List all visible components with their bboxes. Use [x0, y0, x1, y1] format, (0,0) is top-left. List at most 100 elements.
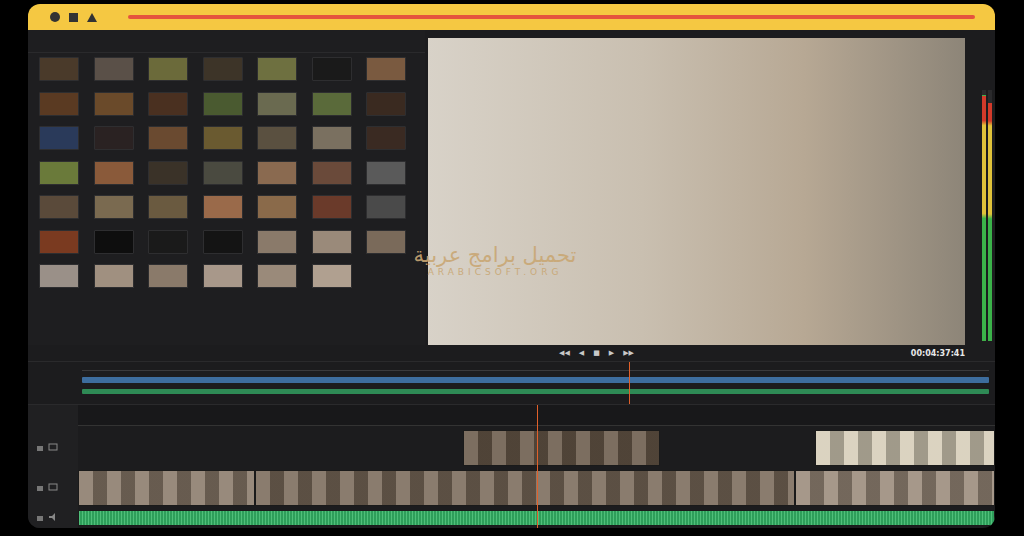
media-thumbnail[interactable]: [257, 57, 297, 81]
watermark: تحميل برامج عربيةARABICSOFT.ORG: [360, 243, 630, 277]
timecode: 00:04:37:41: [911, 349, 965, 358]
media-thumbnail[interactable]: [94, 195, 134, 219]
track-headers: [28, 405, 78, 528]
media-thumbnail[interactable]: [148, 92, 188, 116]
media-thumbnail[interactable]: [148, 57, 188, 81]
media-thumbnail[interactable]: [312, 126, 352, 150]
transport-button[interactable]: ▶: [609, 348, 614, 358]
viewer-frame: [428, 38, 965, 345]
timeline-clip[interactable]: [255, 470, 795, 506]
transport-controls: ◀◀◀■▶▶▶: [559, 348, 634, 358]
meter-channel: [982, 90, 986, 341]
media-thumbnail[interactable]: [257, 264, 297, 288]
track-area: [78, 405, 995, 528]
mini-ruler: [82, 364, 989, 371]
media-thumbnail[interactable]: [39, 230, 79, 254]
eye-icon[interactable]: [48, 483, 58, 491]
track-header[interactable]: [28, 469, 78, 505]
media-thumbnail[interactable]: [312, 264, 352, 288]
speaker-icon[interactable]: [48, 513, 58, 521]
thumbnail-grid: [28, 53, 425, 288]
media-thumbnail[interactable]: [148, 230, 188, 254]
meter-fill: [988, 103, 992, 341]
media-thumbnail[interactable]: [203, 126, 243, 150]
watermark-latin: ARABICSOFT.ORG: [428, 267, 563, 277]
transport-bar: ◀◀◀■▶▶▶00:04:37:41: [28, 345, 995, 361]
timeline-clip[interactable]: [795, 470, 995, 506]
timeline-clip[interactable]: [463, 430, 660, 466]
lock-icon[interactable]: [36, 443, 44, 451]
media-thumbnail[interactable]: [312, 92, 352, 116]
media-thumbnail[interactable]: [94, 230, 134, 254]
media-thumbnail[interactable]: [257, 161, 297, 185]
square-icon[interactable]: [69, 13, 78, 22]
media-thumbnail[interactable]: [203, 195, 243, 219]
media-thumbnail[interactable]: [94, 126, 134, 150]
browser-frame: ◀◀◀■▶▶▶00:04:37:41: [28, 4, 995, 528]
media-thumbnail[interactable]: [257, 195, 297, 219]
track-header[interactable]: [28, 429, 78, 465]
timeline: [28, 404, 995, 528]
lock-icon[interactable]: [36, 513, 44, 521]
media-thumbnail[interactable]: [148, 195, 188, 219]
media-pool: [28, 30, 425, 345]
mini-video-track: [82, 377, 989, 383]
media-thumbnail[interactable]: [148, 161, 188, 185]
mini-track-headers: [28, 362, 80, 404]
timeline-clip[interactable]: [815, 430, 995, 466]
media-thumbnail[interactable]: [203, 161, 243, 185]
media-thumbnail[interactable]: [148, 264, 188, 288]
media-thumbnail[interactable]: [257, 126, 297, 150]
media-thumbnail[interactable]: [312, 230, 352, 254]
media-thumbnail[interactable]: [148, 126, 188, 150]
media-thumbnail[interactable]: [257, 92, 297, 116]
mini-track-area: [80, 362, 995, 404]
lock-icon[interactable]: [36, 483, 44, 491]
editor: ◀◀◀■▶▶▶00:04:37:41: [28, 30, 995, 528]
meter-fill: [982, 95, 986, 341]
media-thumbnail[interactable]: [94, 264, 134, 288]
media-pool-header: [28, 30, 425, 53]
upper-panels: [28, 30, 995, 345]
media-thumbnail[interactable]: [203, 92, 243, 116]
media-thumbnail[interactable]: [312, 57, 352, 81]
media-thumbnail[interactable]: [94, 57, 134, 81]
media-thumbnail[interactable]: [366, 230, 406, 254]
viewer-header: [428, 30, 965, 38]
transport-button[interactable]: ■: [593, 348, 600, 358]
media-thumbnail[interactable]: [312, 161, 352, 185]
transport-button[interactable]: ▶▶: [623, 348, 634, 358]
meter-channel: [988, 90, 992, 341]
media-thumbnail[interactable]: [39, 57, 79, 81]
media-thumbnail[interactable]: [366, 57, 406, 81]
media-thumbnail[interactable]: [39, 264, 79, 288]
media-thumbnail[interactable]: [39, 195, 79, 219]
media-thumbnail[interactable]: [203, 264, 243, 288]
media-thumbnail[interactable]: [312, 195, 352, 219]
viewer: [428, 30, 965, 345]
transport-button[interactable]: ◀: [579, 348, 584, 358]
media-thumbnail[interactable]: [366, 92, 406, 116]
eye-icon[interactable]: [48, 443, 58, 451]
media-thumbnail[interactable]: [39, 161, 79, 185]
mini-playhead[interactable]: [629, 362, 630, 404]
timeline-clip[interactable]: [78, 470, 255, 506]
media-thumbnail[interactable]: [39, 126, 79, 150]
mini-timeline: [28, 361, 995, 404]
media-thumbnail[interactable]: [203, 230, 243, 254]
track-header[interactable]: [28, 509, 78, 525]
circle-icon[interactable]: [50, 12, 60, 22]
media-thumbnail[interactable]: [94, 92, 134, 116]
media-thumbnail[interactable]: [366, 126, 406, 150]
media-thumbnail[interactable]: [257, 230, 297, 254]
media-thumbnail[interactable]: [203, 57, 243, 81]
screen: ◀◀◀■▶▶▶00:04:37:41تحميل برامج عربيةARABI…: [0, 0, 1024, 536]
media-thumbnail[interactable]: [94, 161, 134, 185]
media-thumbnail[interactable]: [39, 92, 79, 116]
media-thumbnail[interactable]: [366, 161, 406, 185]
playhead[interactable]: [537, 405, 538, 528]
triangle-icon[interactable]: [87, 13, 97, 22]
media-thumbnail[interactable]: [366, 195, 406, 219]
address-line: [128, 15, 975, 19]
transport-button[interactable]: ◀◀: [559, 348, 570, 358]
